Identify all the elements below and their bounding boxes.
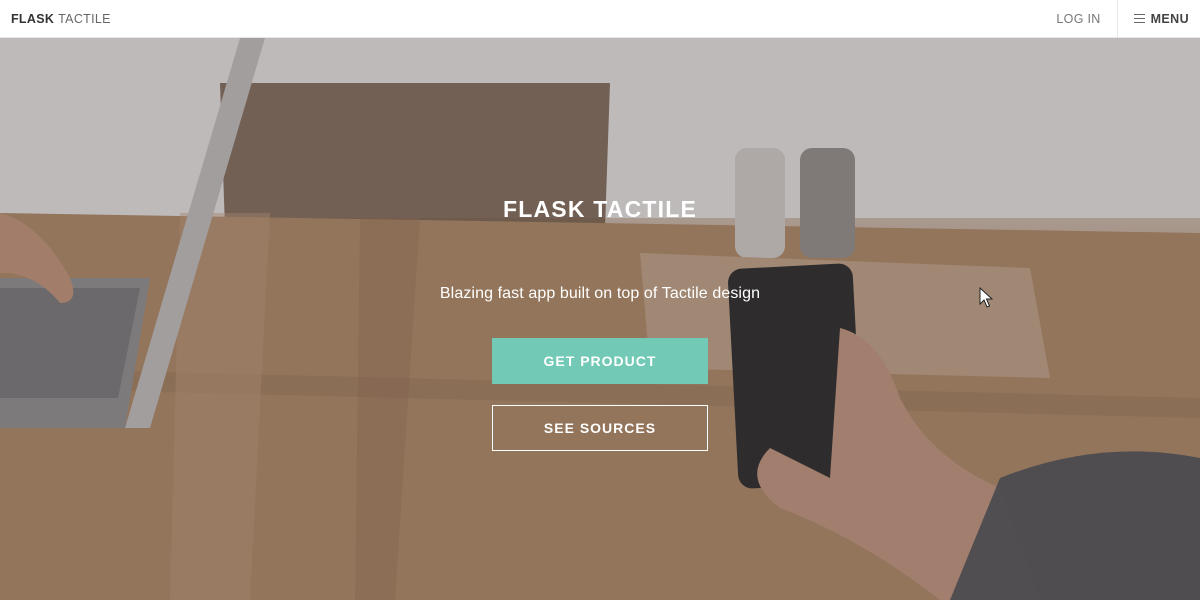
nav-right-group: LOG IN MENU: [1056, 0, 1200, 38]
hamburger-icon: [1133, 14, 1145, 23]
hero-title: FLASK TACTILE: [502, 196, 698, 222]
hero-subtitle: Blazing fast app built on top of Tactile…: [439, 285, 761, 302]
hero-content: FLASK TACTILE Blazing fast app built on …: [0, 38, 1200, 600]
brand-name-bold: FLASK: [11, 11, 55, 26]
mouse-pointer-icon: [979, 287, 993, 308]
top-navbar: FLASK TACTILE LOG IN MENU: [0, 0, 1200, 38]
menu-label: MENU: [1150, 11, 1189, 26]
menu-button[interactable]: MENU: [1116, 0, 1200, 38]
brand-logo[interactable]: FLASK TACTILE: [11, 12, 111, 26]
get-product-button[interactable]: GET PRODUCT: [492, 338, 708, 384]
see-sources-button[interactable]: SEE SOURCES: [492, 405, 708, 451]
hero-section: FLASK TACTILE Blazing fast app built on …: [0, 38, 1200, 600]
login-link[interactable]: LOG IN: [1056, 12, 1116, 26]
brand-name-light: TACTILE: [58, 11, 111, 26]
